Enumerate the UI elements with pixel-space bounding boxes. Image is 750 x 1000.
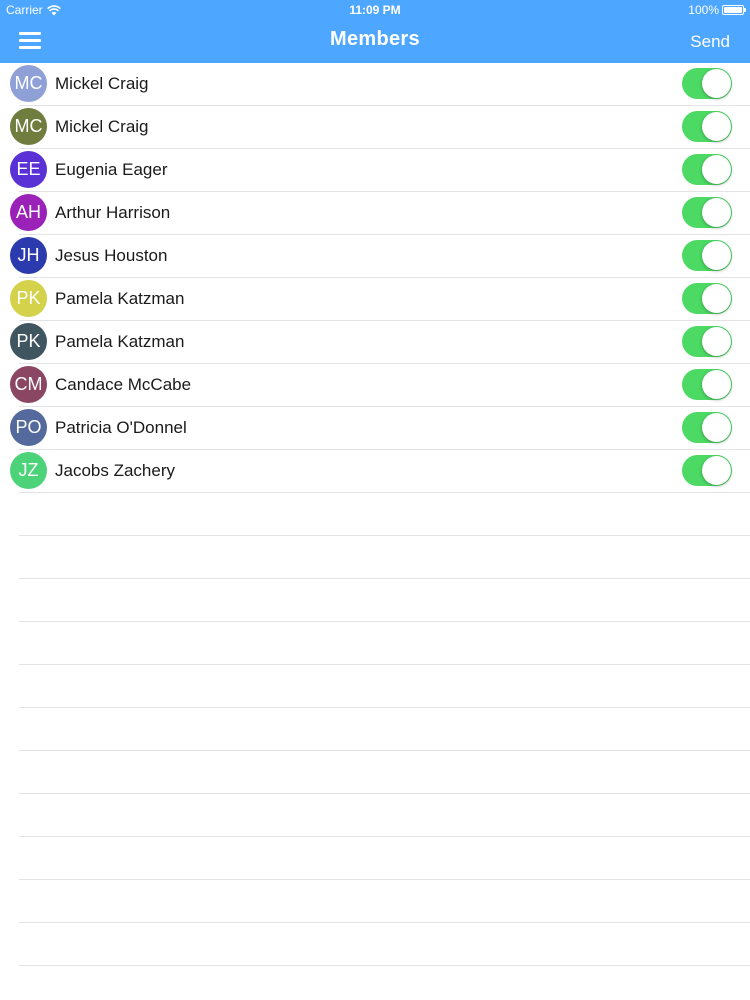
members-list: MC Mickel Craig MC Mickel Craig EE Eugenia Ea… <box>0 63 750 966</box>
member-toggle[interactable] <box>682 111 732 142</box>
toggle-knob <box>702 284 731 313</box>
avatar: EE <box>10 151 47 188</box>
member-row: PO Patricia O'Donnel <box>0 407 750 450</box>
status-bar: Carrier 11:09 PM 100% <box>0 0 750 20</box>
member-toggle[interactable] <box>682 154 732 185</box>
member-row: EE Eugenia Eager <box>0 149 750 192</box>
toggle-knob <box>702 413 731 442</box>
battery-icon <box>722 5 746 15</box>
empty-row <box>0 493 750 536</box>
empty-row <box>0 837 750 880</box>
member-row: MC Mickel Craig <box>0 106 750 149</box>
toggle-knob <box>702 456 731 485</box>
member-name: Mickel Craig <box>55 117 149 136</box>
avatar: MC <box>10 108 47 145</box>
empty-row <box>0 880 750 923</box>
toggle-knob <box>702 112 731 141</box>
send-button[interactable]: Send <box>690 32 730 52</box>
empty-row <box>0 579 750 622</box>
avatar: MC <box>10 65 47 102</box>
avatar: JH <box>10 237 47 274</box>
member-row: PK Pamela Katzman <box>0 278 750 321</box>
member-name: Candace McCabe <box>55 375 192 394</box>
member-name: Pamela Katzman <box>55 332 185 351</box>
navigation-bar: Members Send <box>0 20 750 63</box>
member-name: Eugenia Eager <box>55 160 168 179</box>
empty-row <box>0 622 750 665</box>
member-toggle[interactable] <box>682 283 732 314</box>
member-name: Jesus Houston <box>55 246 168 265</box>
member-name: Pamela Katzman <box>55 289 185 308</box>
avatar: JZ <box>10 452 47 489</box>
member-name: Patricia O'Donnel <box>55 418 187 437</box>
member-toggle[interactable] <box>682 412 732 443</box>
member-toggle[interactable] <box>682 455 732 486</box>
toggle-knob <box>702 69 731 98</box>
member-row: PK Pamela Katzman <box>0 321 750 364</box>
member-row: CM Candace McCabe <box>0 364 750 407</box>
member-row: JH Jesus Houston <box>0 235 750 278</box>
toggle-knob <box>702 155 731 184</box>
empty-row <box>0 794 750 837</box>
empty-row <box>0 923 750 966</box>
empty-row <box>0 751 750 794</box>
avatar: CM <box>10 366 47 403</box>
member-toggle[interactable] <box>682 197 732 228</box>
top-bar: Carrier 11:09 PM 100% Members Send <box>0 0 750 63</box>
status-time: 11:09 PM <box>349 3 401 17</box>
member-name: Jacobs Zachery <box>55 461 175 480</box>
member-toggle[interactable] <box>682 326 732 357</box>
empty-row <box>0 665 750 708</box>
member-name: Arthur Harrison <box>55 203 171 222</box>
empty-row <box>0 536 750 579</box>
toggle-knob <box>702 198 731 227</box>
avatar: PK <box>10 280 47 317</box>
member-toggle[interactable] <box>682 68 732 99</box>
battery-percent: 100% <box>688 3 719 17</box>
member-row: MC Mickel Craig <box>0 63 750 106</box>
member-name: Mickel Craig <box>55 74 149 93</box>
member-row: JZ Jacobs Zachery <box>0 450 750 493</box>
toggle-knob <box>702 370 731 399</box>
member-row: AH Arthur Harrison <box>0 192 750 235</box>
avatar: AH <box>10 194 47 231</box>
toggle-knob <box>702 327 731 356</box>
status-right: 100% <box>688 3 746 17</box>
toggle-knob <box>702 241 731 270</box>
avatar: PO <box>10 409 47 446</box>
member-toggle[interactable] <box>682 240 732 271</box>
page-title: Members <box>330 28 420 50</box>
empty-row <box>0 708 750 751</box>
avatar: PK <box>10 323 47 360</box>
member-toggle[interactable] <box>682 369 732 400</box>
